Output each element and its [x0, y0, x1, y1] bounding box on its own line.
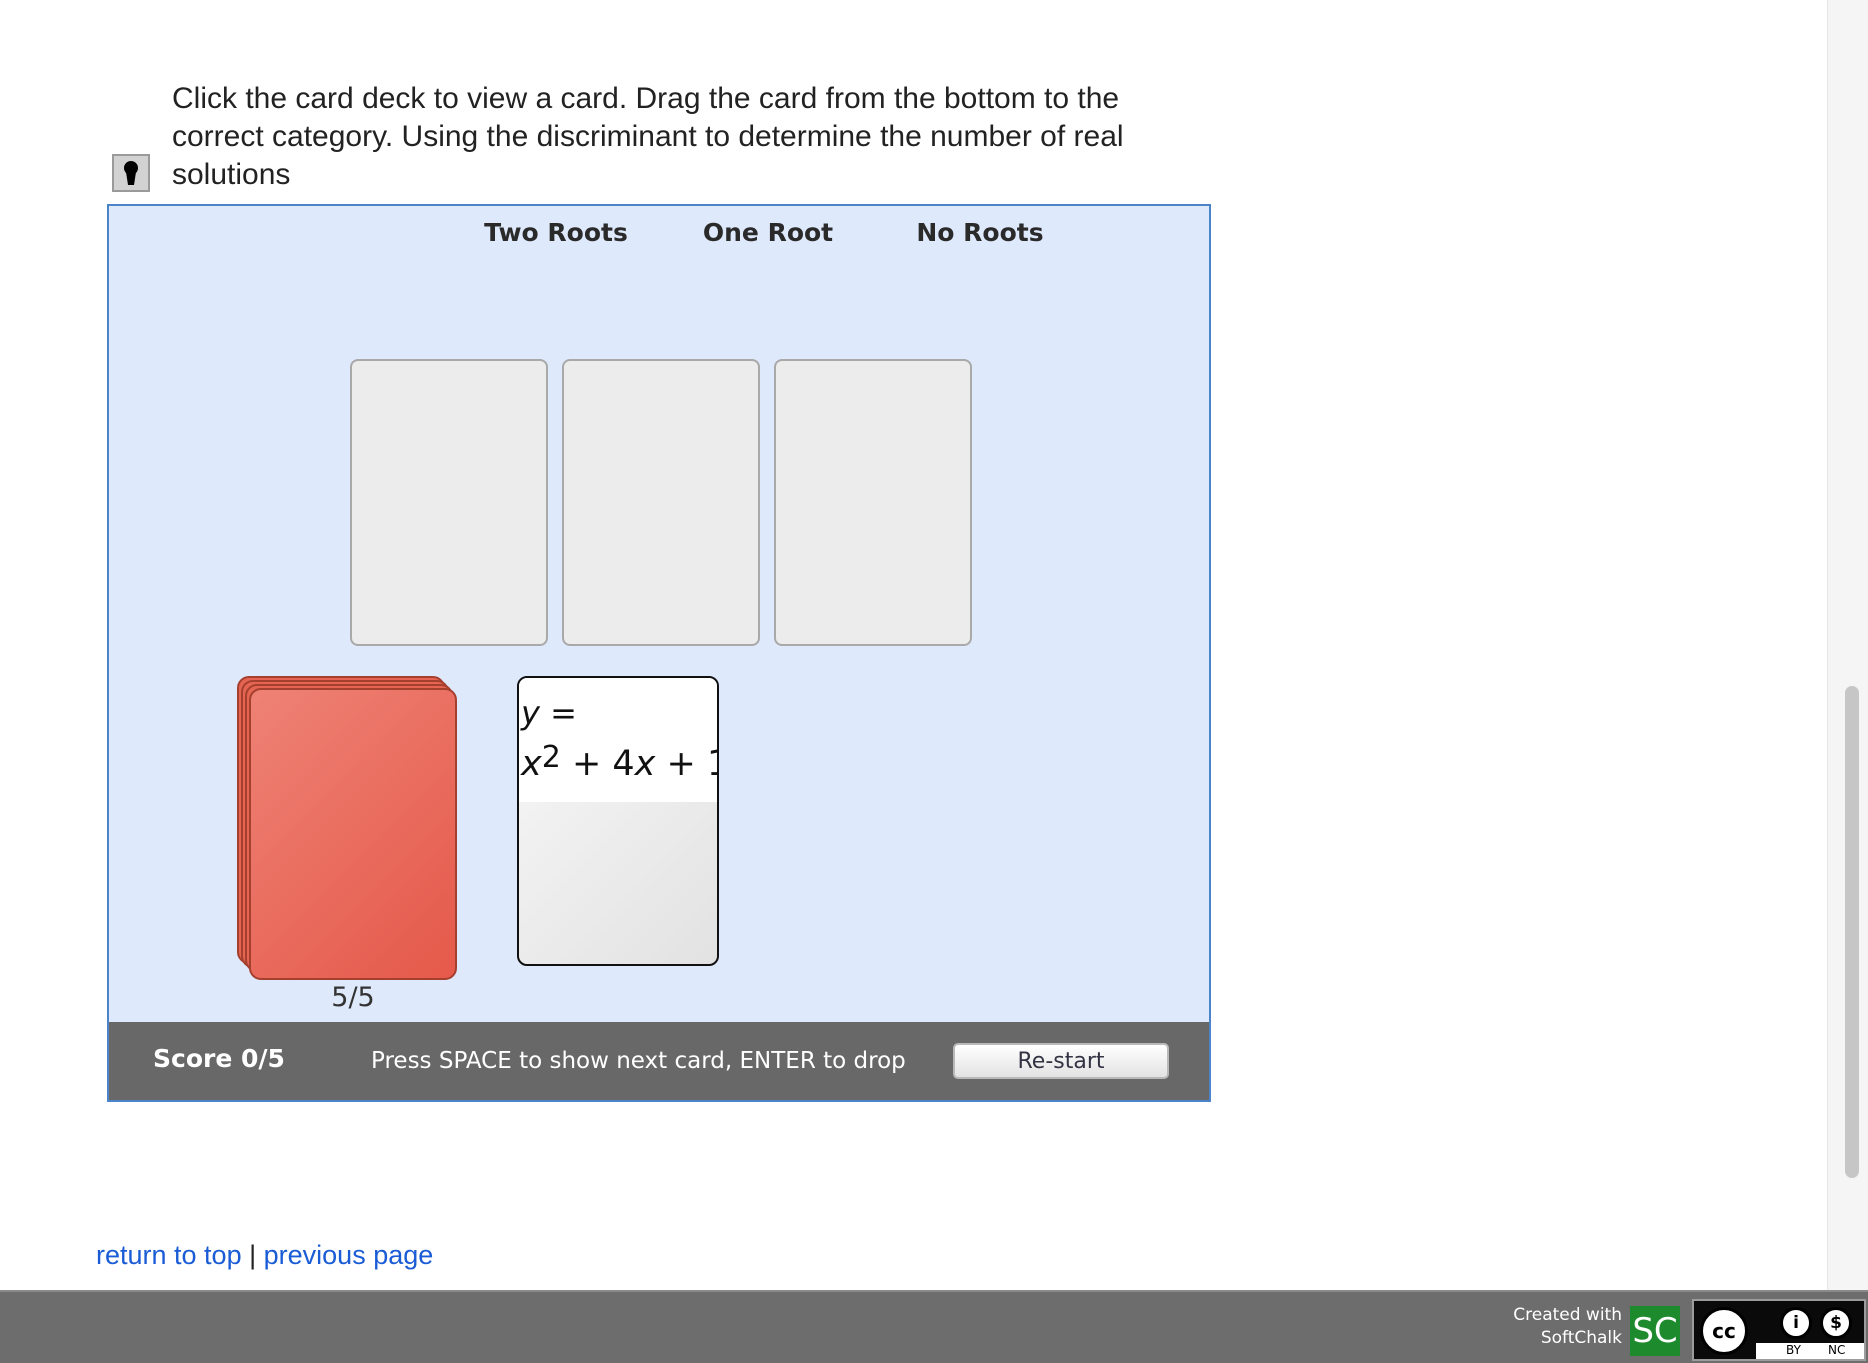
- linear-coefficient: + 4: [560, 744, 635, 784]
- score-label: Score 0/5: [153, 1044, 285, 1073]
- bottom-bar: Created with SoftChalk SC cc i $ BY NC: [0, 1290, 1868, 1363]
- restart-button[interactable]: Re-start: [953, 1043, 1169, 1079]
- instructions-line-3: solutions: [172, 158, 291, 191]
- card-sort-activity: Two Roots One Root No Roots 5/5 y = x2 +…: [107, 204, 1211, 1102]
- category-label-two-roots: Two Roots: [484, 218, 628, 247]
- instructions-text: Click the card deck to view a card. Drag…: [172, 80, 1212, 194]
- link-separator: |: [249, 1240, 257, 1270]
- card-deck[interactable]: [249, 688, 457, 980]
- cc-icon: cc: [1700, 1307, 1748, 1355]
- created-with-text: Created with SoftChalk: [1488, 1304, 1622, 1350]
- created-with-line-2: SoftChalk: [1540, 1328, 1622, 1348]
- attribution-icon: i: [1780, 1307, 1812, 1339]
- drop-slot-one-root[interactable]: [562, 359, 760, 646]
- keyhole-icon[interactable]: [112, 154, 150, 192]
- constant-term: + 1: [666, 744, 717, 784]
- keyhole-icon-glyph: [124, 161, 138, 185]
- var-x-squared-base: x: [521, 744, 542, 784]
- footer-nav: return to top | previous page: [96, 1240, 433, 1271]
- exponent: 2: [541, 740, 561, 775]
- license-strip: BY NC: [1756, 1343, 1864, 1359]
- category-label-one-root: One Root: [702, 218, 834, 247]
- deck-count: 5/5: [331, 982, 375, 1013]
- creative-commons-badge[interactable]: cc i $ BY NC: [1692, 1299, 1866, 1361]
- noncommercial-icon: $: [1820, 1307, 1852, 1339]
- instructions-line-1: Click the card deck to view a card. Drag…: [172, 82, 1120, 115]
- by-label: BY: [1786, 1343, 1801, 1357]
- return-to-top-link[interactable]: return to top: [96, 1240, 242, 1270]
- previous-page-link[interactable]: previous page: [264, 1240, 434, 1270]
- scrollbar-thumb[interactable]: [1845, 686, 1859, 1178]
- created-with-line-1: Created with: [1513, 1305, 1622, 1325]
- var-y: y: [521, 694, 540, 732]
- softchalk-logo[interactable]: SC: [1630, 1306, 1680, 1356]
- drop-slot-two-roots[interactable]: [350, 359, 548, 646]
- card-equation-line-1: y =: [521, 694, 577, 732]
- current-card[interactable]: y = x2 + 4x + 1: [517, 676, 719, 966]
- nc-label: NC: [1828, 1343, 1846, 1357]
- keyboard-hint: Press SPACE to show next card, ENTER to …: [371, 1048, 906, 1074]
- drop-slot-no-roots[interactable]: [774, 359, 972, 646]
- status-bar: Score 0/5 Press SPACE to show next card,…: [109, 1022, 1209, 1100]
- category-label-no-roots: No Roots: [916, 218, 1044, 247]
- instructions-line-2: correct category. Using the discriminant…: [172, 120, 1124, 153]
- equals-sign: =: [539, 694, 577, 732]
- var-x-linear: x: [634, 744, 656, 784]
- card-equation-line-2: x2 + 4x + 1: [521, 740, 717, 784]
